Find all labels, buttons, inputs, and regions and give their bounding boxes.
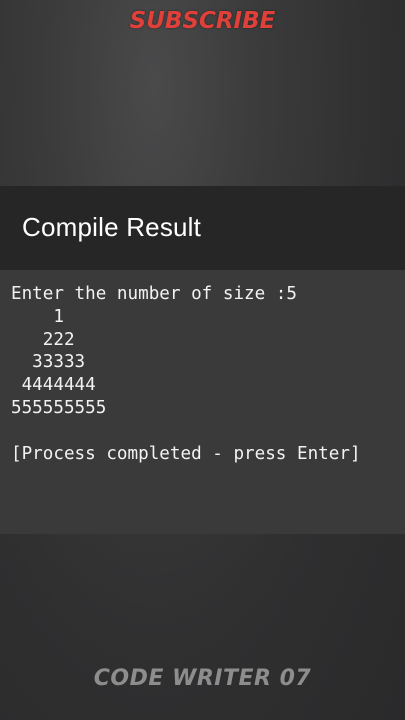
subscribe-overlay: SUBSCRIBE <box>129 8 276 34</box>
compile-result-header: Compile Result <box>0 186 405 270</box>
watermark-code-writer: CODE WRITER 07 <box>93 666 312 691</box>
console-line-prompt: Enter the number of size :5 <box>11 284 297 304</box>
console-line-process-completed: [Process completed - press Enter] <box>11 443 361 464</box>
console-output[interactable]: Enter the number of size :5 1 222 33333 … <box>0 270 405 534</box>
console-line-row-5: 555555555 <box>11 397 107 418</box>
console-line-row-2: 222 <box>11 329 75 350</box>
page-title: Compile Result <box>22 212 202 242</box>
console-line-row-4: 4444444 <box>11 375 96 396</box>
console-text: Enter the number of size :5 1 222 33333 … <box>11 283 361 465</box>
console-line-row-3: 33333 <box>11 352 86 373</box>
console-line-row-1: 1 <box>11 306 64 327</box>
console-line-blank <box>11 420 361 443</box>
